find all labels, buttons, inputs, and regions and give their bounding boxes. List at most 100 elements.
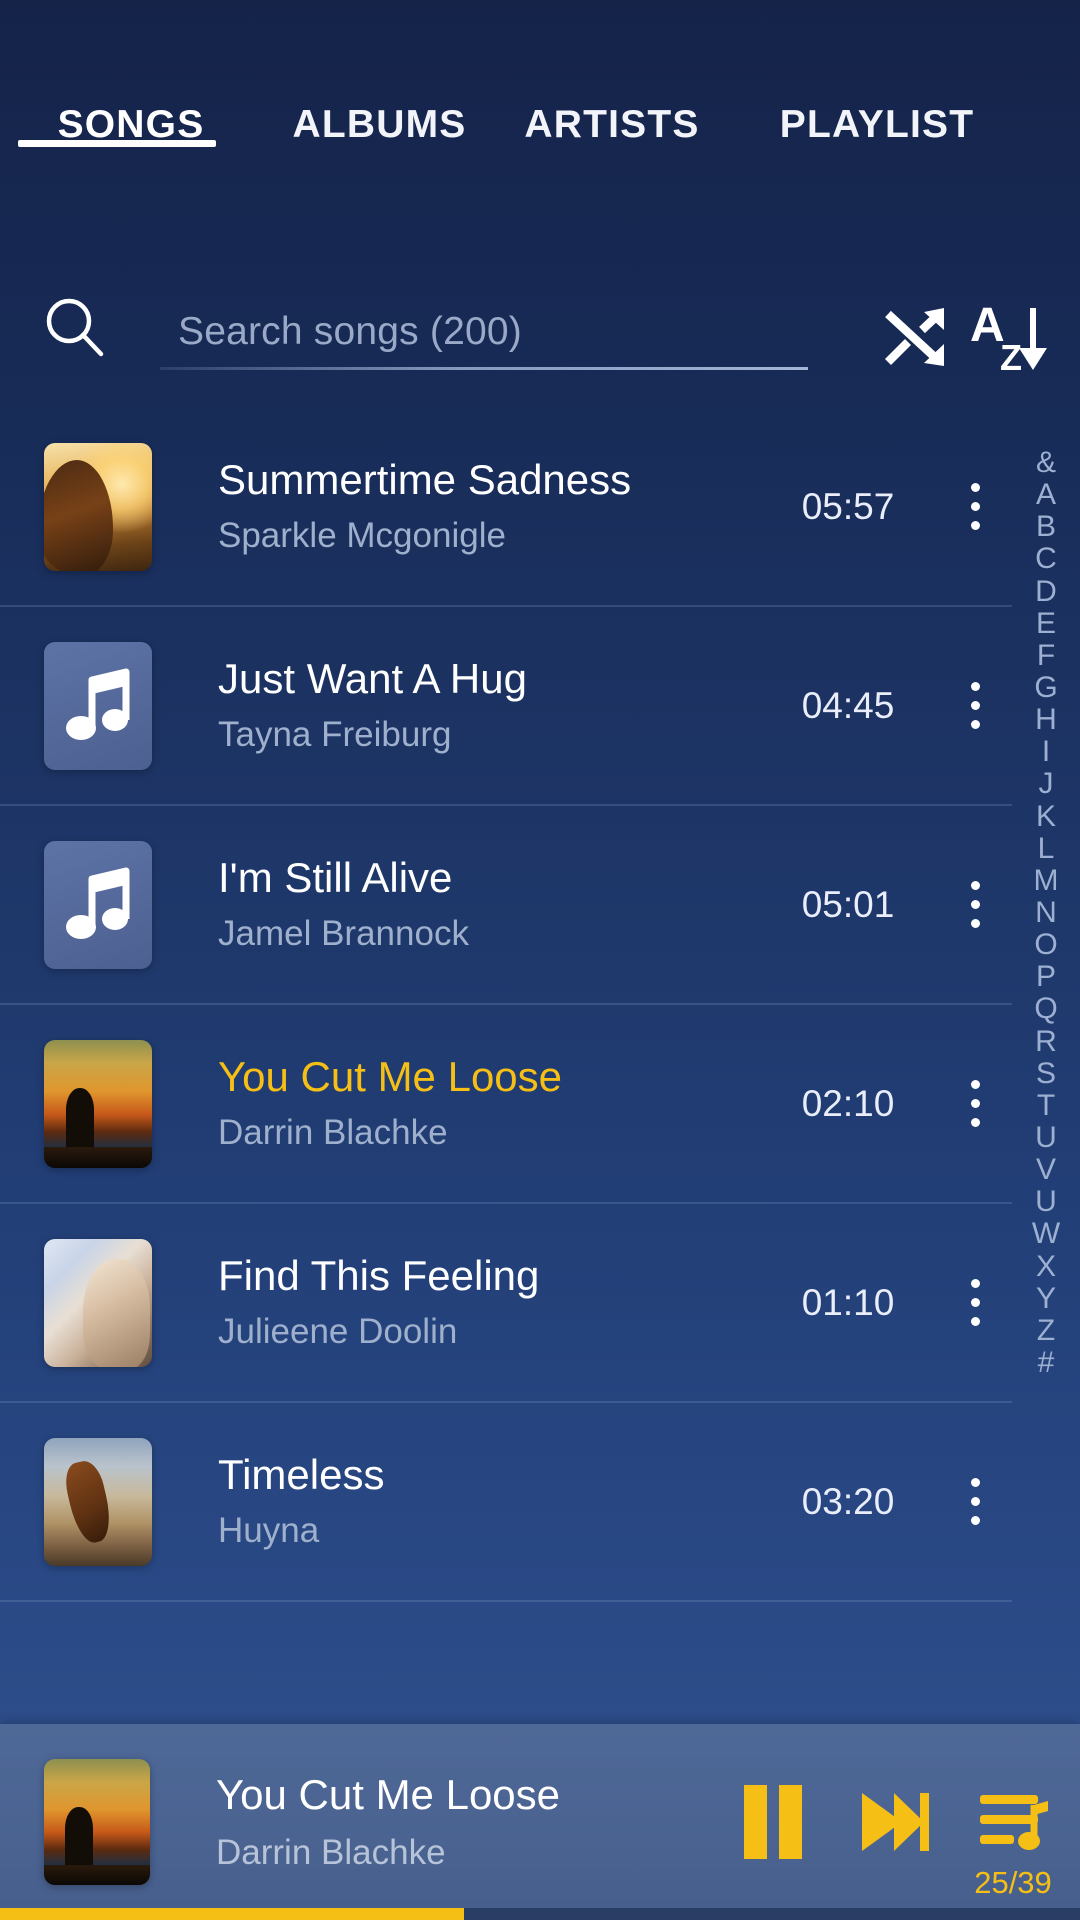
alpha-index-item[interactable]: W: [1032, 1219, 1060, 1249]
tab-artists[interactable]: ARTISTS: [497, 95, 727, 147]
alpha-index-item[interactable]: Z: [1037, 1315, 1055, 1346]
alpha-index-item[interactable]: I: [1042, 737, 1050, 767]
alpha-index-item[interactable]: T: [1037, 1090, 1055, 1121]
alpha-index-item[interactable]: Q: [1034, 994, 1057, 1024]
overflow-menu-icon[interactable]: [938, 1478, 1012, 1525]
alpha-index-item[interactable]: K: [1036, 801, 1056, 832]
alpha-index-item[interactable]: U: [1035, 1122, 1057, 1153]
queue-list-icon: [980, 1795, 1048, 1850]
alpha-index-item[interactable]: R: [1035, 1026, 1057, 1057]
alpha-index-item[interactable]: F: [1037, 640, 1055, 671]
alpha-index-item[interactable]: U: [1035, 1187, 1057, 1217]
music-player-screen: SONGS ALBUMS ARTISTS PLAYLIST Search son…: [0, 0, 1080, 1920]
overflow-menu-icon[interactable]: [938, 1279, 1012, 1326]
overflow-menu-icon[interactable]: [938, 881, 1012, 928]
overflow-menu-icon[interactable]: [938, 483, 1012, 530]
song-artist: Darrin Blachke: [218, 1114, 448, 1153]
playback-progress-track[interactable]: [0, 1908, 1080, 1920]
album-art: [44, 840, 152, 969]
now-playing-meta: You Cut Me Loose Darrin Blachke: [150, 1771, 734, 1873]
music-note-icon: [66, 867, 130, 939]
table-row[interactable]: Find This Feeling Julieene Doolin 01:10: [0, 1204, 1012, 1403]
album-art: [44, 1437, 152, 1566]
now-playing-artist: Darrin Blachke: [216, 1833, 446, 1872]
alpha-index-item[interactable]: #: [1038, 1347, 1055, 1378]
song-meta: I'm Still Alive Jamel Brannock: [152, 855, 758, 954]
search-bar: Search songs (200) A Z: [0, 288, 1080, 408]
next-track-button[interactable]: [854, 1779, 932, 1865]
table-row[interactable]: I'm Still Alive Jamel Brannock 05:01: [0, 806, 1012, 1005]
album-art: [44, 442, 152, 571]
alpha-index-item[interactable]: E: [1036, 608, 1056, 639]
next-track-icon: [862, 1793, 929, 1851]
alpha-index-item[interactable]: L: [1038, 833, 1055, 864]
alpha-index-item[interactable]: O: [1034, 930, 1057, 960]
now-playing-album-art: [44, 1759, 150, 1885]
alpha-index-item[interactable]: D: [1035, 576, 1057, 607]
search-icon[interactable]: [44, 296, 106, 358]
table-row[interactable]: Timeless Huyna 03:20: [0, 1403, 1012, 1602]
song-meta: Find This Feeling Julieene Doolin: [152, 1253, 758, 1352]
music-note-icon: [66, 668, 130, 740]
song-duration: 02:10: [801, 1082, 895, 1124]
alpha-index-item[interactable]: Y: [1036, 1283, 1056, 1314]
sort-alpha-ascending-icon[interactable]: A Z: [965, 292, 1065, 382]
alpha-index-item[interactable]: C: [1035, 544, 1057, 574]
song-meta: You Cut Me Loose Darrin Blachke: [152, 1054, 758, 1153]
alpha-index-item[interactable]: A: [1036, 480, 1056, 510]
tab-albums[interactable]: ALBUMS: [262, 95, 497, 147]
top-tab-bar: SONGS ALBUMS ARTISTS PLAYLIST: [0, 0, 1080, 215]
song-list[interactable]: Summertime Sadness Sparkle Mcgonigle 05:…: [0, 408, 1080, 1708]
tab-songs[interactable]: SONGS: [0, 95, 262, 147]
alpha-index-item[interactable]: N: [1035, 897, 1057, 928]
song-title: Timeless: [218, 1452, 385, 1499]
song-title: Just Want A Hug: [218, 656, 527, 703]
song-title: I'm Still Alive: [218, 855, 453, 902]
alpha-index-item[interactable]: &: [1036, 448, 1056, 478]
queue-button[interactable]: [974, 1779, 1052, 1865]
alpha-index-item[interactable]: G: [1034, 672, 1057, 703]
now-playing-title: You Cut Me Loose: [216, 1771, 561, 1818]
tab-artists-label: ARTISTS: [524, 103, 700, 146]
song-artist: Sparkle Mcgonigle: [218, 517, 506, 556]
sort-arrow-down-icon: [1019, 308, 1047, 370]
overflow-menu-icon[interactable]: [938, 1080, 1012, 1127]
playback-controls: 25/39: [734, 1779, 1080, 1900]
alpha-index-item[interactable]: H: [1035, 705, 1057, 735]
song-artist: Julieene Doolin: [218, 1313, 458, 1352]
song-artist: Jamel Brannock: [218, 915, 469, 954]
tab-playlist[interactable]: PLAYLIST: [727, 95, 1027, 147]
search-input[interactable]: Search songs (200): [140, 288, 820, 388]
alpha-index-item[interactable]: J: [1039, 769, 1054, 799]
search-underline: [160, 367, 808, 370]
shuffle-icon[interactable]: [870, 292, 960, 382]
alpha-index-item[interactable]: V: [1036, 1155, 1056, 1185]
pause-button[interactable]: [734, 1779, 812, 1865]
alpha-index-item[interactable]: X: [1036, 1251, 1056, 1282]
queue-button-wrap: 25/39: [974, 1779, 1052, 1900]
song-duration: 03:20: [801, 1480, 895, 1522]
tab-albums-label: ALBUMS: [292, 103, 467, 146]
overflow-menu-icon[interactable]: [938, 682, 1012, 729]
song-duration: 04:45: [801, 684, 895, 726]
tab-active-indicator: [18, 140, 216, 147]
queue-position-counter: 25/39: [974, 1865, 1052, 1900]
alphabet-index-scrollbar[interactable]: & A B C D E F G H I J K L M N O P Q R S …: [1012, 448, 1080, 1378]
song-meta: Summertime Sadness Sparkle Mcgonigle: [152, 457, 758, 556]
song-title: Summertime Sadness: [218, 457, 632, 504]
alpha-index-item[interactable]: M: [1034, 865, 1059, 896]
table-row[interactable]: Just Want A Hug Tayna Freiburg 04:45: [0, 607, 1012, 806]
table-row[interactable]: Summertime Sadness Sparkle Mcgonigle 05:…: [0, 408, 1012, 607]
song-title: Find This Feeling: [218, 1253, 540, 1300]
song-duration: 05:57: [801, 485, 895, 527]
song-title: You Cut Me Loose: [218, 1054, 563, 1101]
playback-progress-fill: [0, 1908, 465, 1920]
album-art: [44, 1238, 152, 1367]
now-playing-bar[interactable]: You Cut Me Loose Darrin Blachke 25/39: [0, 1724, 1080, 1920]
alpha-index-item[interactable]: B: [1036, 512, 1056, 542]
alpha-index-item[interactable]: P: [1036, 962, 1056, 992]
alpha-index-item[interactable]: S: [1036, 1058, 1056, 1089]
table-row[interactable]: You Cut Me Loose Darrin Blachke 02:10: [0, 1005, 1012, 1204]
song-duration: 05:01: [801, 883, 895, 925]
album-art: [44, 1039, 152, 1168]
